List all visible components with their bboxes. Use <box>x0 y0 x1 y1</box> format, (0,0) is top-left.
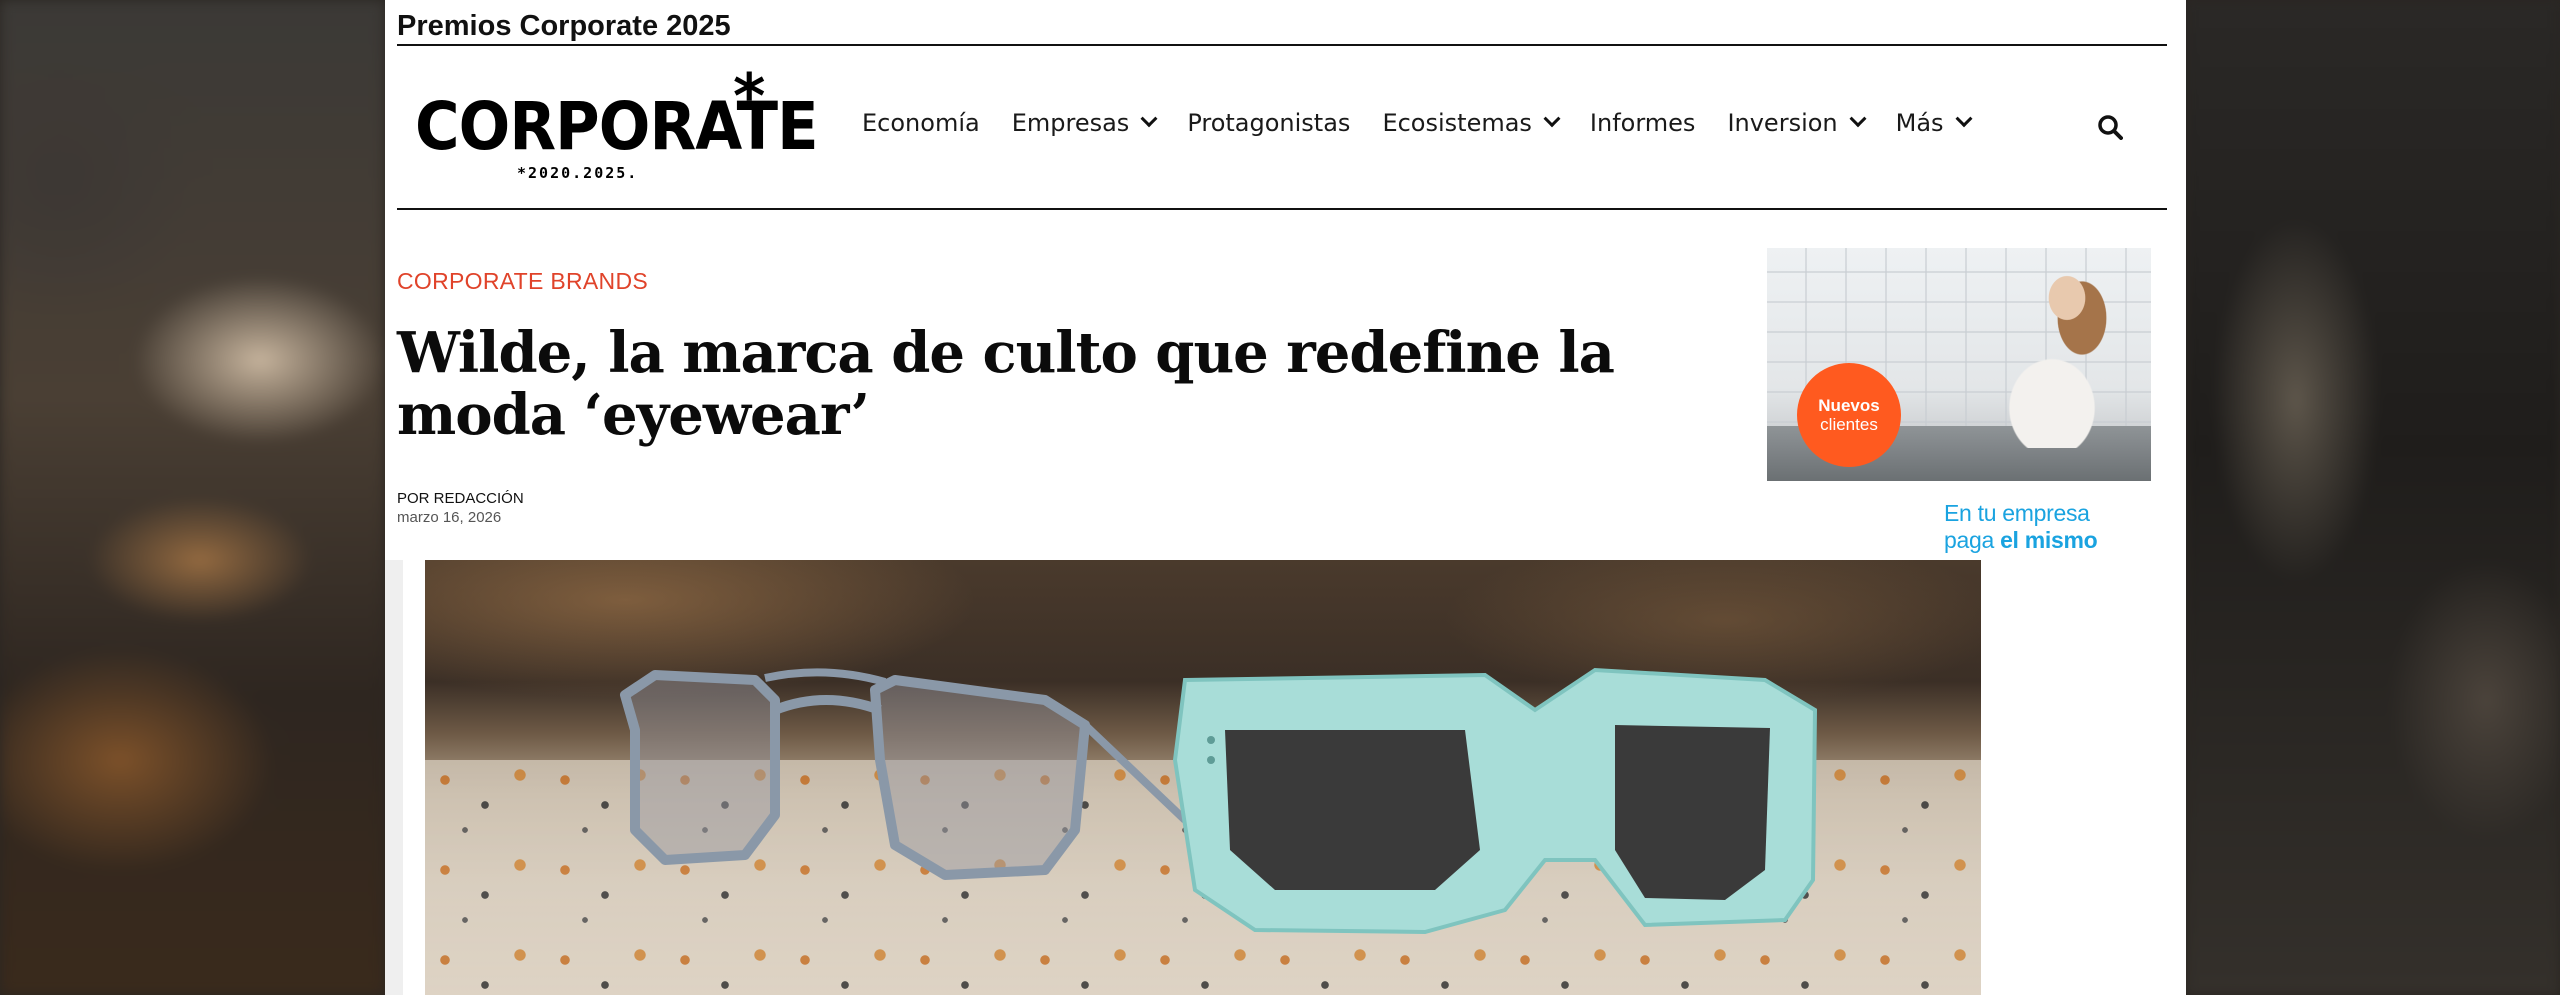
nav-item-label: Economía <box>862 109 980 137</box>
background-blur-right <box>2186 0 2560 995</box>
nav-item-informes[interactable]: Informes <box>1590 109 1696 137</box>
article-byline[interactable]: POR REDACCIÓN <box>397 490 524 507</box>
nav-item-label: Protagonistas <box>1187 109 1351 137</box>
ad-person-illustration <box>1972 258 2122 448</box>
nav-item-label: Informes <box>1589 109 1696 137</box>
chevron-down-icon <box>1849 110 1867 128</box>
page-container: Premios Corporate 2025 CORPORATE * *2020… <box>385 0 2186 995</box>
nav-item-label: Ecosistemas <box>1382 109 1532 137</box>
article-date: marzo 16, 2026 <box>397 509 502 526</box>
nav-item-inversion[interactable]: Inversion <box>1727 109 1867 137</box>
ad-badge-line2: clientes <box>1820 415 1878 434</box>
nav-item-ecosistemas[interactable]: Ecosistemas <box>1382 109 1561 137</box>
ad-text-line2: paga el mismo <box>1944 527 2144 554</box>
nav-item-label: Más <box>1895 109 1944 137</box>
logo-years: *2020.2025. <box>517 164 639 182</box>
content-gutter <box>385 560 403 995</box>
ad-photo: Nuevos clientes <box>1767 248 2151 481</box>
nav-item-economia[interactable]: Economía <box>862 109 980 137</box>
chevron-down-icon <box>1543 110 1561 128</box>
background-blur-left <box>0 0 385 995</box>
chevron-down-icon <box>1140 110 1158 128</box>
article-category[interactable]: CORPORATE BRANDS <box>397 268 648 295</box>
site-header: CORPORATE * *2020.2025. Economía Empresa… <box>397 46 2167 210</box>
top-bar-title[interactable]: Premios Corporate 2025 <box>397 10 731 42</box>
clear-glasses <box>620 668 1188 880</box>
main-nav: Economía Empresas Protagonistas Ecosiste… <box>862 108 2002 138</box>
site-logo[interactable]: CORPORATE * *2020.2025. <box>415 60 819 186</box>
nav-item-protagonistas[interactable]: Protagonistas <box>1187 109 1350 137</box>
article-headline: Wilde, la marca de culto que redefine la… <box>397 320 1615 448</box>
ad-banner[interactable]: Nuevos clientes En tu empresa paga el mi… <box>1767 248 2151 560</box>
eyewear-illustration <box>620 667 1818 935</box>
nav-item-empresas[interactable]: Empresas <box>1011 109 1158 137</box>
nav-item-label: Empresas <box>1011 109 1130 137</box>
nav-item-label: Inversion <box>1727 109 1838 137</box>
ad-text-line1: En tu empresa <box>1944 500 2090 526</box>
hero-image <box>425 560 1981 995</box>
ad-badge: Nuevos clientes <box>1797 363 1901 467</box>
ad-text-emphasis: el mismo <box>2000 527 2098 553</box>
ad-badge-line1: Nuevos <box>1818 396 1880 415</box>
top-bar: Premios Corporate 2025 <box>397 8 2167 46</box>
ad-text: En tu empresa paga el mismo <box>1944 500 2144 554</box>
blue-sunglasses <box>1172 667 1818 935</box>
search-icon[interactable] <box>2097 114 2123 140</box>
chevron-down-icon <box>1955 110 1973 128</box>
ad-text-prefix: paga <box>1944 527 1994 553</box>
nav-item-mas[interactable]: Más <box>1895 109 1973 137</box>
logo-asterisk: * <box>733 60 766 133</box>
